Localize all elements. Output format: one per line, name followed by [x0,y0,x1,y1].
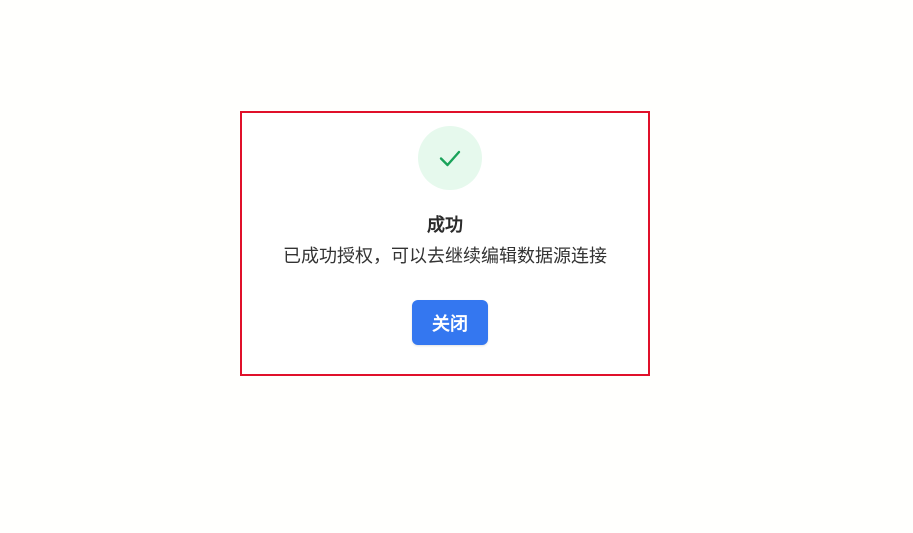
success-badge [418,126,482,190]
close-button[interactable]: 关闭 [412,300,488,345]
check-icon [437,145,463,171]
dialog-message: 已成功授权，可以去继续编辑数据源连接 [283,246,607,267]
success-dialog: 成功 已成功授权，可以去继续编辑数据源连接 关闭 [240,111,650,376]
page: 成功 已成功授权，可以去继续编辑数据源连接 关闭 [0,0,913,533]
dialog-title: 成功 [427,215,463,236]
